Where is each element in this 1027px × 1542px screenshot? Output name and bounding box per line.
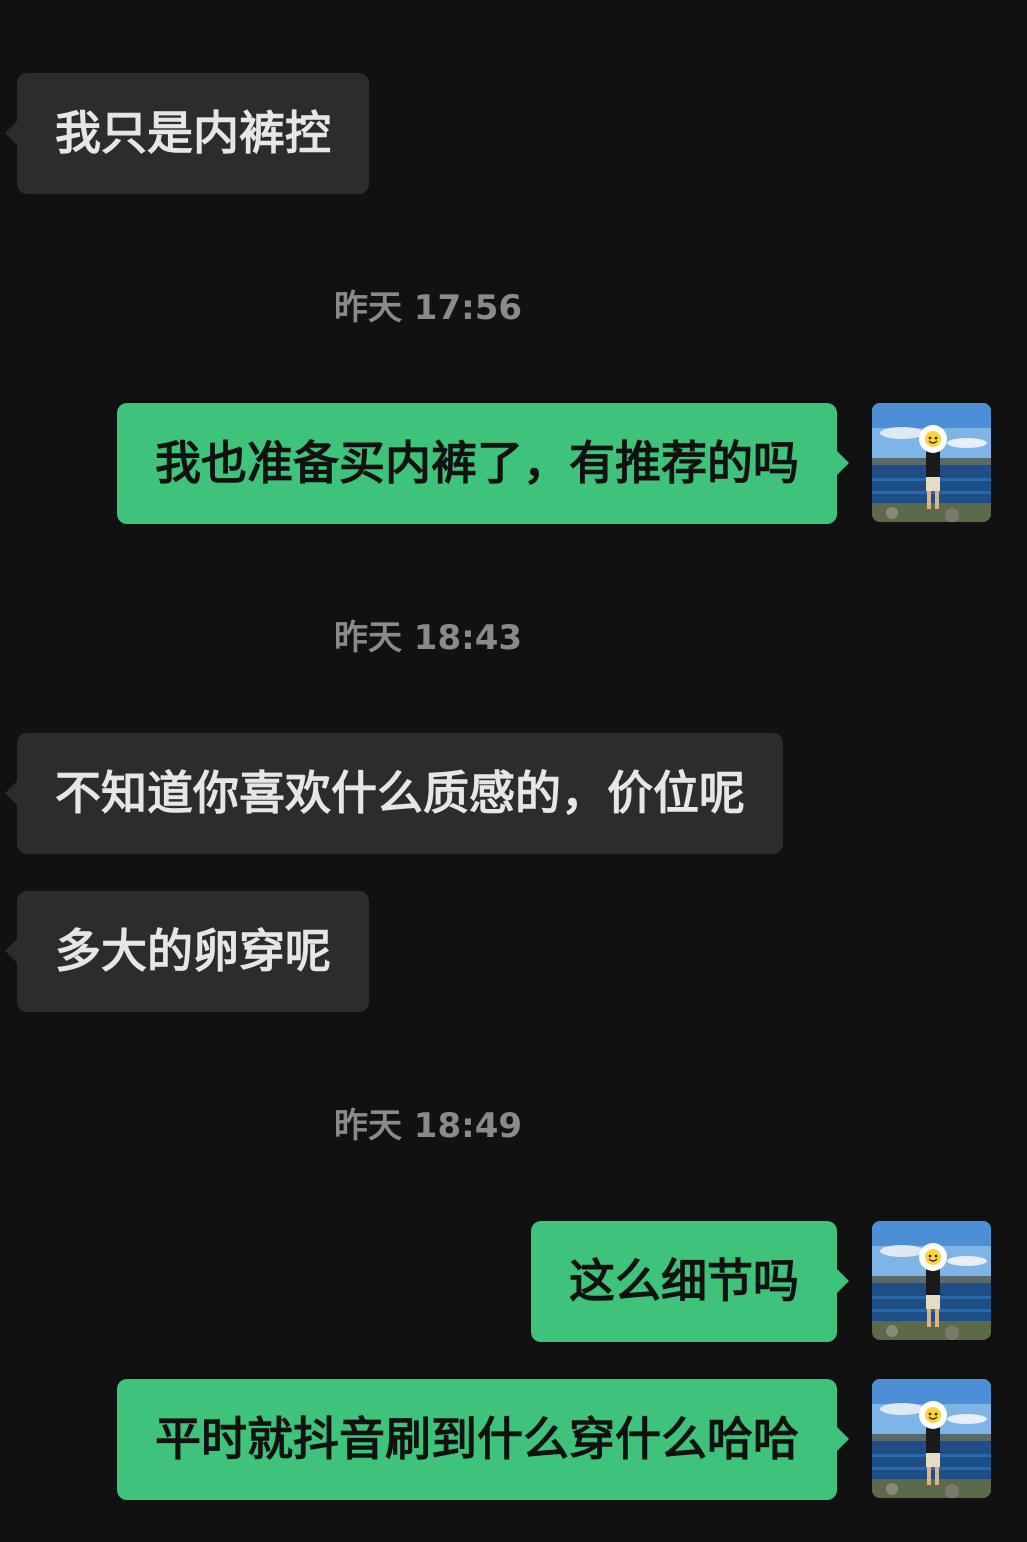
incoming-message-bubble[interactable]: 不知道你喜欢什么质感的，价位呢 [5, 733, 783, 854]
outgoing-message-bubble[interactable]: 这么细节吗 [531, 1221, 849, 1342]
bubble-tail [837, 1269, 849, 1293]
outgoing-message-bubble[interactable]: 平时就抖音刷到什么穿什么哈哈 [117, 1379, 849, 1500]
bubble-tail [837, 451, 849, 475]
message-text: 多大的卵穿呢 [55, 924, 331, 978]
message-timestamp: 昨天 18:43 [333, 618, 523, 658]
incoming-message-bubble[interactable]: 我只是内裤控 [5, 73, 369, 194]
message-text: 这么细节吗 [569, 1254, 799, 1308]
message-text: 平时就抖音刷到什么穿什么哈哈 [155, 1412, 799, 1466]
bubble-tail [5, 939, 17, 963]
message-timestamp: 昨天 18:49 [333, 1106, 523, 1146]
outgoing-message-bubble[interactable]: 我也准备买内裤了，有推荐的吗 [117, 403, 849, 524]
bubble-tail [5, 781, 17, 805]
user-avatar[interactable] [872, 1379, 991, 1498]
message-text: 我只是内裤控 [55, 106, 331, 160]
incoming-message-bubble[interactable]: 多大的卵穿呢 [5, 891, 369, 1012]
bubble-tail [837, 1427, 849, 1451]
user-avatar[interactable] [872, 403, 991, 522]
bubble-tail [5, 121, 17, 145]
message-text: 不知道你喜欢什么质感的，价位呢 [55, 766, 745, 820]
message-text: 我也准备买内裤了，有推荐的吗 [155, 436, 799, 490]
chat-history[interactable]: 我只是内裤控 昨天 17:56 我也准备买内裤了，有推荐的吗 昨天 18:43 … [0, 0, 1027, 1542]
user-avatar[interactable] [872, 1221, 991, 1340]
avatar-photo-icon [872, 403, 991, 522]
avatar-photo-icon [872, 1379, 991, 1498]
message-timestamp: 昨天 17:56 [333, 288, 523, 328]
avatar-photo-icon [872, 1221, 991, 1340]
